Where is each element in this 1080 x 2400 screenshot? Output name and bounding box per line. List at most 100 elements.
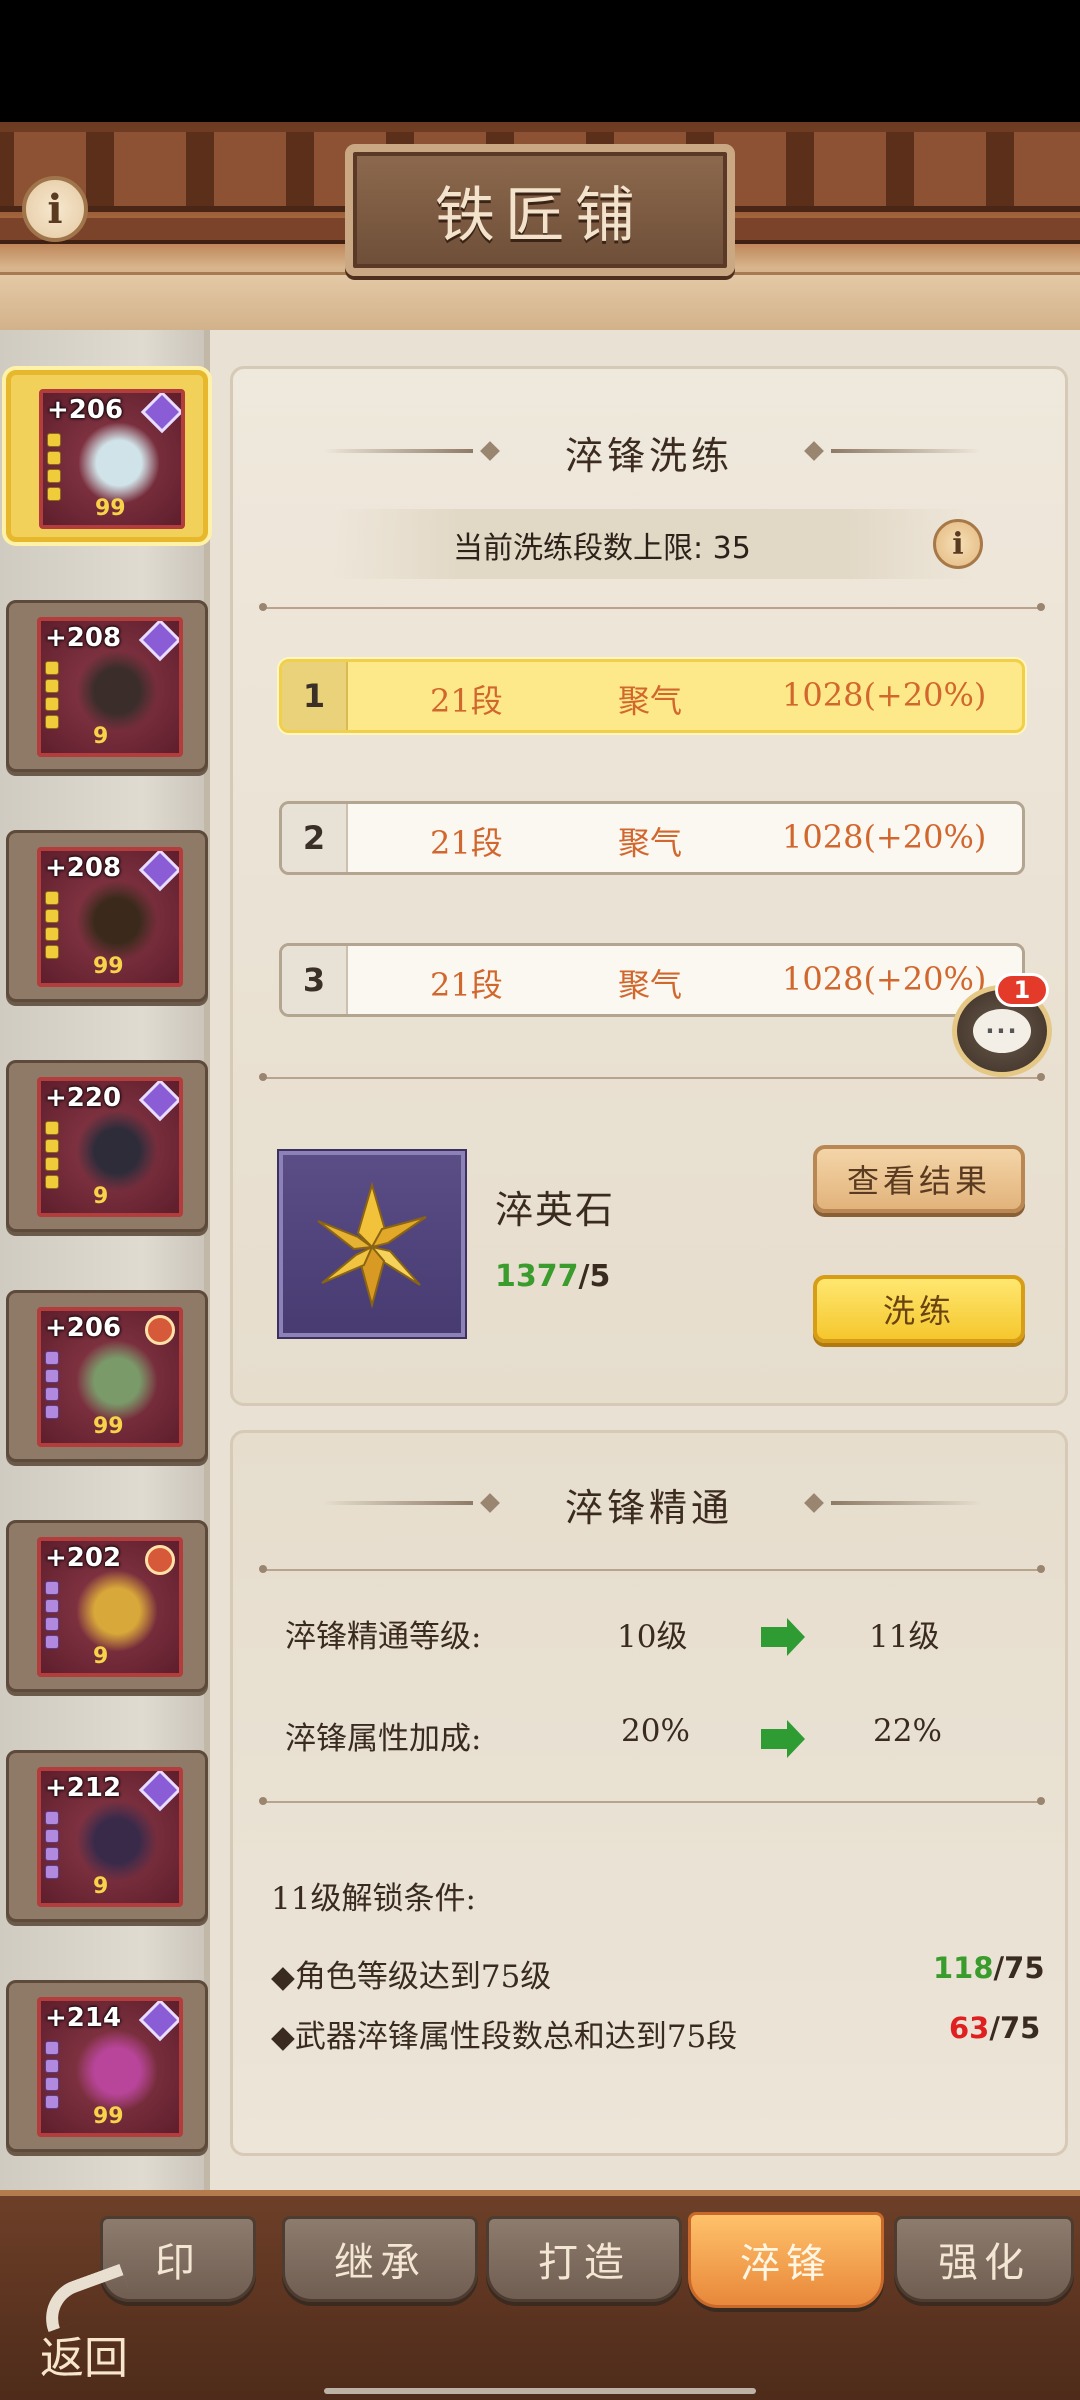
material-icon[interactable] (279, 1151, 465, 1337)
row-number: 3 (282, 946, 348, 1014)
equipment-slot-robe[interactable]: +208 9 (6, 600, 208, 772)
tab-forge[interactable]: 打造 (486, 2216, 682, 2302)
star-count: 99 (93, 2104, 124, 2129)
limit-info-icon[interactable]: i (933, 519, 983, 569)
condition-have: 118 (933, 1951, 994, 1985)
unlock-condition-1-progress: 118/75 (933, 1951, 1045, 1985)
enhance-level: +212 (45, 1773, 122, 1803)
refine-limit-text: 当前洗练段数上限: 35 (453, 531, 751, 566)
equipment-slot-bracelet[interactable]: +212 9 (6, 1750, 208, 1922)
row-attribute: 聚气 (618, 682, 683, 720)
mastery-bonus-from: 20% (621, 1713, 690, 1749)
socket-indicators (45, 2041, 61, 2113)
ring-art (77, 2031, 157, 2111)
condition-need: /75 (989, 2011, 1041, 2045)
unlock-condition-2-progress: 63/75 (949, 2011, 1040, 2045)
mastery-level-label: 淬锋精通等级: (285, 1619, 482, 1655)
quality-gem-icon (145, 1545, 175, 1575)
star-count: 9 (93, 1874, 109, 1899)
page-title: 铁匠铺 (435, 180, 645, 251)
enhance-level: +208 (45, 623, 122, 653)
equipment-slot-ring[interactable]: +214 99 (6, 1980, 208, 2152)
equipment-slot-hairpin[interactable]: +202 9 (6, 1520, 208, 1692)
enhance-level: +214 (45, 2003, 122, 2033)
divider (259, 1797, 1045, 1805)
divider (259, 603, 1045, 611)
fan-art (79, 423, 159, 503)
arrow-right-icon (761, 1618, 805, 1656)
socket-indicators (45, 1581, 61, 1653)
refine-row-2[interactable]: 2 21段 聚气 1028(+20%) (279, 801, 1025, 875)
row-value: 1028(+20%) (782, 818, 987, 856)
tab-temper[interactable]: 淬锋 (688, 2212, 884, 2308)
row-number: 2 (282, 804, 348, 872)
refine-row-3[interactable]: 3 21段 聚气 1028(+20%) (279, 943, 1025, 1017)
fan-icon: +206 99 (39, 389, 185, 529)
refine-panel: 淬锋洗练 当前洗练段数上限: 35 i 1 21段 聚气 1028(+20%) … (230, 366, 1068, 1406)
home-indicator[interactable] (324, 2388, 756, 2394)
socket-indicators (45, 891, 61, 963)
divider (259, 1565, 1045, 1573)
mastery-level-from: 10级 (617, 1619, 688, 1655)
enhance-level: +206 (47, 395, 124, 425)
necklace-art (77, 1341, 157, 1421)
ring-icon: +214 99 (37, 1997, 183, 2137)
boots-icon: +220 9 (37, 1077, 183, 1217)
equipment-slot-fan[interactable]: +206 99 (6, 370, 208, 542)
mastery-bonus-label: 淬锋属性加成: (285, 1721, 482, 1757)
title-decoration-right (831, 1501, 981, 1505)
arrow-right-icon (761, 1720, 805, 1758)
star-count: 9 (93, 1184, 109, 1209)
back-button[interactable]: 返回 (24, 2263, 144, 2388)
mastery-panel: 淬锋精通 淬锋精通等级: 10级 11级 淬锋属性加成: 20% 22% 11级… (230, 1430, 1068, 2156)
unlock-title: 11级解锁条件: (271, 1881, 476, 1917)
row-attribute: 聚气 (618, 966, 683, 1004)
status-bar (0, 0, 1080, 122)
row-segment: 21段 (430, 824, 503, 862)
hairpin-icon: +202 9 (37, 1537, 183, 1677)
row-attribute: 聚气 (618, 824, 683, 862)
bottom-nav: 印 继承 打造 淬锋 强化 返回 (0, 2190, 1080, 2400)
robe-art (77, 651, 157, 731)
mastery-bonus-to: 22% (873, 1713, 942, 1749)
beam-decoration-lower (0, 272, 1080, 330)
condition-have: 63 (949, 2011, 990, 2045)
tab-enhance[interactable]: 强化 (894, 2216, 1074, 2302)
equipment-slot-boots[interactable]: +220 9 (6, 1060, 208, 1232)
equipment-slot-necklace[interactable]: +206 99 (6, 1290, 208, 1462)
row-segment: 21段 (430, 966, 503, 1004)
socket-indicators (45, 1811, 61, 1883)
material-have: 1377 (495, 1259, 579, 1294)
unlock-condition-2: ◆武器淬锋属性段数总和达到75段 (271, 2019, 738, 2055)
enhance-level: +202 (45, 1543, 122, 1573)
refine-row-1[interactable]: 1 21段 聚气 1028(+20%) (279, 659, 1025, 733)
star-count: 9 (93, 1644, 109, 1669)
belt-art (77, 881, 157, 961)
material-need: /5 (578, 1259, 611, 1294)
material-count: 1377/5 (495, 1259, 610, 1294)
row-value: 1028(+20%) (782, 960, 987, 998)
necklace-icon: +206 99 (37, 1307, 183, 1447)
chat-badge: 1 (995, 973, 1049, 1007)
title-plaque: 铁匠铺 (345, 144, 735, 276)
robe-icon: +208 9 (37, 617, 183, 757)
star-count: 99 (93, 954, 124, 979)
row-value: 1028(+20%) (782, 676, 987, 714)
socket-indicators (45, 1121, 61, 1193)
star-count: 99 (95, 496, 126, 521)
back-arrow-icon (34, 2263, 134, 2333)
header: i 铁匠铺 (0, 122, 1080, 330)
info-icon[interactable]: i (22, 176, 88, 242)
star-count: 99 (93, 1414, 124, 1439)
row-number: 1 (282, 662, 348, 730)
equipment-slot-belt[interactable]: +208 99 (6, 830, 208, 1002)
view-result-button[interactable]: 查看结果 (813, 1145, 1025, 1213)
refine-button[interactable]: 洗练 (813, 1275, 1025, 1343)
tab-inherit[interactable]: 继承 (282, 2216, 478, 2302)
title-decoration-right (831, 449, 981, 453)
chat-icon: ··· (973, 1009, 1031, 1053)
mastery-level-to: 11级 (869, 1619, 940, 1655)
socket-indicators (45, 661, 61, 733)
star-count: 9 (93, 724, 109, 749)
back-label: 返回 (40, 2333, 128, 2384)
